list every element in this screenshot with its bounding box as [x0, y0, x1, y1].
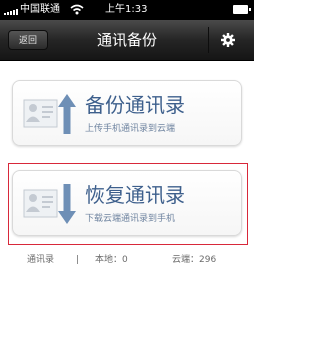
- cloud-count: 云端：296: [172, 255, 217, 265]
- contact-card-up-arrow-icon: [23, 94, 76, 134]
- wifi-icon: [70, 4, 84, 15]
- page-title: 通讯备份: [96, 31, 157, 49]
- settings-button[interactable]: [208, 27, 246, 53]
- battery-icon: [233, 5, 251, 14]
- carrier-name: 中国联通: [20, 4, 60, 15]
- local-count: 本地：0: [95, 255, 128, 265]
- stats-label: 通讯录: [27, 255, 55, 265]
- restore-highlight: [8, 163, 248, 245]
- contacts-backup-screen: 中国联通 上午1:33 返回 通讯备份 备份通讯录 上传手机通讯录到云端 恢复通…: [0, 0, 254, 358]
- back-button[interactable]: 返回: [8, 30, 48, 50]
- gear-icon: [221, 33, 235, 47]
- backup-subtitle: 上传手机通讯录到云端: [85, 124, 176, 134]
- navigation-bar: 返回 通讯备份: [0, 20, 254, 61]
- signal-icon: [4, 9, 18, 15]
- backup-contacts-button[interactable]: 备份通讯录 上传手机通讯录到云端: [12, 80, 242, 146]
- contact-stats: 通讯录 | 本地：0 云端：296: [0, 252, 254, 268]
- status-bar: 中国联通 上午1:33: [0, 0, 254, 20]
- status-time: 上午1:33: [105, 4, 148, 15]
- backup-title: 备份通讯录: [85, 93, 185, 117]
- stats-separator: |: [76, 255, 80, 265]
